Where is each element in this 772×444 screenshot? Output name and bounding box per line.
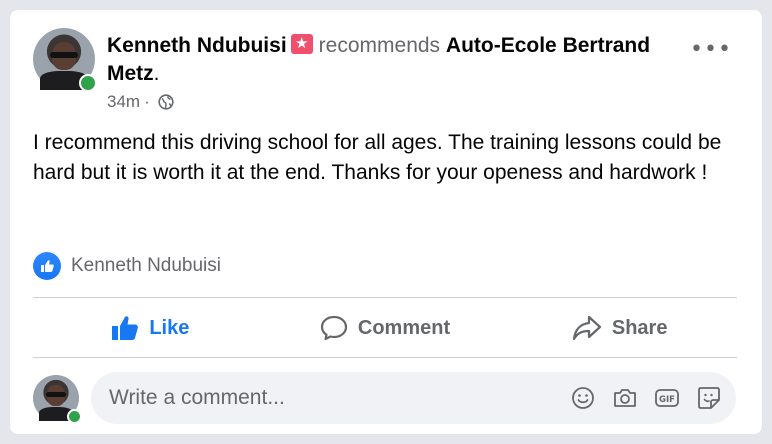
divider-bottom xyxy=(33,357,737,358)
svg-text:GIF: GIF xyxy=(659,395,675,405)
like-button[interactable]: Like xyxy=(33,306,268,350)
comment-input[interactable] xyxy=(109,372,549,424)
comment-bubble-icon xyxy=(320,315,347,341)
recommendation-badge-icon xyxy=(290,33,313,54)
reactions-summary[interactable]: Kenneth Ndubuisi xyxy=(33,252,221,280)
post-timestamp[interactable]: 34m xyxy=(107,92,140,112)
header-suffix: . xyxy=(153,62,160,85)
thumbs-up-icon xyxy=(112,316,139,340)
share-arrow-icon xyxy=(572,315,601,341)
author-avatar[interactable] xyxy=(33,28,97,92)
share-label: Share xyxy=(611,316,668,339)
emoji-icon[interactable] xyxy=(570,385,596,411)
commenter-avatar[interactable] xyxy=(33,375,82,424)
online-status-dot xyxy=(79,74,97,92)
divider-top xyxy=(33,297,737,298)
meta-separator: · xyxy=(144,92,150,111)
commenter-online-dot xyxy=(67,409,82,424)
comment-button[interactable]: Comment xyxy=(268,306,503,350)
action-bar: Like Comment Share xyxy=(33,306,737,350)
commenter-avatar-wrap xyxy=(33,375,82,424)
share-button[interactable]: Share xyxy=(502,306,737,350)
recommends-label: recommends xyxy=(318,34,441,57)
comment-composer: GIF xyxy=(91,372,736,424)
camera-icon[interactable] xyxy=(612,385,638,411)
like-label: Like xyxy=(149,316,190,339)
more-options-button[interactable]: ••• xyxy=(690,39,731,68)
post-card: Kenneth Ndubuisirecommends Auto-Ecole Be… xyxy=(10,10,762,434)
post-meta: 34m · xyxy=(107,92,174,112)
comment-label: Comment xyxy=(357,316,451,339)
comment-tools: GIF xyxy=(570,385,722,411)
gif-icon[interactable]: GIF xyxy=(654,385,680,411)
post-header: Kenneth Ndubuisirecommends Auto-Ecole Be… xyxy=(107,32,697,88)
reaction-names[interactable]: Kenneth Ndubuisi xyxy=(71,255,221,277)
globe-icon[interactable] xyxy=(158,94,174,110)
post-body-text: I recommend this driving school for all … xyxy=(33,131,722,184)
sticker-icon[interactable] xyxy=(696,385,722,411)
like-reaction-icon xyxy=(33,252,61,280)
author-name[interactable]: Kenneth Ndubuisi xyxy=(107,34,287,57)
